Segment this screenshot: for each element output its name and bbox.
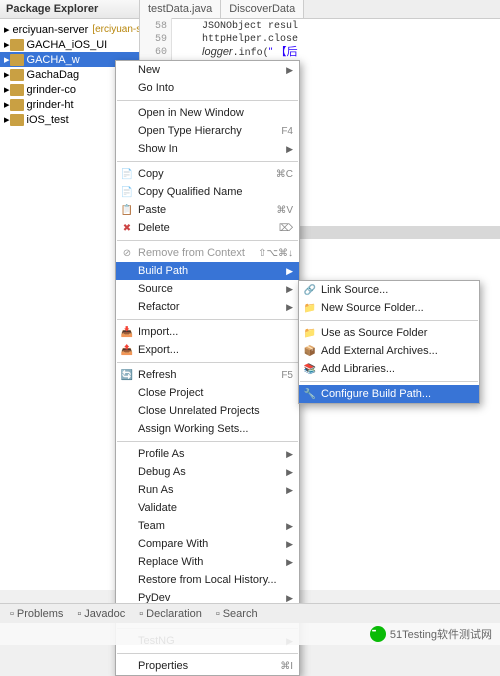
folder-icon: [10, 54, 24, 66]
menu-item[interactable]: Replace With▶: [116, 553, 299, 571]
folder-icon: [10, 99, 24, 111]
menu-icon: ✖: [120, 221, 134, 235]
menu-icon: 🔗: [303, 283, 317, 297]
submenu-arrow-icon: ▶: [286, 302, 293, 313]
folder-icon: [10, 84, 24, 96]
menu-item[interactable]: 📁New Source Folder...: [299, 299, 479, 317]
menu-item[interactable]: 📄Copy⌘C: [116, 165, 299, 183]
menu-item[interactable]: Validate: [116, 499, 299, 517]
submenu-arrow-icon: ▶: [286, 266, 293, 277]
submenu-arrow-icon: ▶: [286, 467, 293, 478]
menu-item[interactable]: Refactor▶: [116, 298, 299, 316]
menu-item[interactable]: 📥Import...: [116, 323, 299, 341]
menu-item[interactable]: Open in New Window: [116, 104, 299, 122]
menu-item[interactable]: Go Into: [116, 79, 299, 97]
menu-item[interactable]: ✖Delete⌦: [116, 219, 299, 237]
menu-item[interactable]: 📚Add Libraries...: [299, 360, 479, 378]
menu-icon: ⊘: [120, 246, 134, 260]
menu-item[interactable]: 📋Paste⌘V: [116, 201, 299, 219]
menu-item[interactable]: Source▶: [116, 280, 299, 298]
tab-icon: ▫: [216, 608, 220, 620]
wechat-icon: [370, 626, 386, 642]
editor-tab[interactable]: DiscoverData: [221, 0, 304, 18]
menu-icon: 📁: [303, 301, 317, 315]
menu-icon: 📄: [120, 185, 134, 199]
bottom-tab[interactable]: ▫Search: [210, 606, 264, 622]
folder-icon: [10, 114, 24, 126]
menu-item[interactable]: New▶: [116, 61, 299, 79]
menu-icon: 📋: [120, 203, 134, 217]
menu-item[interactable]: Show In▶: [116, 140, 299, 158]
submenu-arrow-icon: ▶: [286, 521, 293, 532]
submenu-arrow-icon: ▶: [286, 539, 293, 550]
menu-item[interactable]: 📤Export...: [116, 341, 299, 359]
menu-item[interactable]: Assign Working Sets...: [116, 420, 299, 438]
menu-item[interactable]: Close Unrelated Projects: [116, 402, 299, 420]
footer-text: 51Testing软件测试网: [390, 626, 492, 642]
tab-icon: ▫: [10, 608, 14, 620]
submenu-arrow-icon: ▶: [286, 65, 293, 76]
menu-item[interactable]: ⊘Remove from Context⇧⌥⌘↓: [116, 244, 299, 262]
menu-icon: 🔄: [120, 368, 134, 382]
menu-item[interactable]: Team▶: [116, 517, 299, 535]
menu-item[interactable]: 📄Copy Qualified Name: [116, 183, 299, 201]
menu-item[interactable]: 🔧Configure Build Path...: [299, 385, 479, 403]
menu-item[interactable]: 🔄RefreshF5: [116, 366, 299, 384]
tab-icon: ▫: [139, 608, 143, 620]
menu-item[interactable]: Build Path▶: [116, 262, 299, 280]
bottom-tab[interactable]: ▫Problems: [4, 606, 69, 622]
bottom-tab[interactable]: ▫Javadoc: [71, 606, 131, 622]
menu-item[interactable]: Compare With▶: [116, 535, 299, 553]
menu-item[interactable]: Open Type HierarchyF4: [116, 122, 299, 140]
bottom-tab[interactable]: ▫Declaration: [133, 606, 208, 622]
bottom-view-tabs: ▫Problems▫Javadoc▫Declaration▫Search: [0, 603, 500, 623]
submenu-arrow-icon: ▶: [286, 557, 293, 568]
menu-icon: 🔧: [303, 387, 317, 401]
submenu-arrow-icon: ▶: [286, 485, 293, 496]
menu-item[interactable]: Debug As▶: [116, 463, 299, 481]
menu-item[interactable]: 🔗Link Source...: [299, 281, 479, 299]
menu-item[interactable]: 📁Use as Source Folder: [299, 324, 479, 342]
explorer-title: Package Explorer: [0, 0, 139, 19]
menu-item[interactable]: Run As▶: [116, 481, 299, 499]
submenu-arrow-icon: ▶: [286, 449, 293, 460]
menu-item[interactable]: Properties⌘I: [116, 657, 299, 675]
tree-item[interactable]: ▸ GACHA_iOS_UI: [0, 37, 139, 52]
menu-item[interactable]: 📦Add External Archives...: [299, 342, 479, 360]
menu-icon: 📚: [303, 362, 317, 376]
folder-icon: [10, 69, 24, 81]
build-path-submenu: 🔗Link Source...📁New Source Folder... 📁Use…: [298, 280, 480, 404]
submenu-arrow-icon: ▶: [286, 593, 293, 604]
context-menu: New▶Go Into Open in New WindowOpen Type H…: [115, 60, 300, 676]
tree-item[interactable]: ▸ erciyuan-server[erciyuan-server master…: [0, 22, 139, 37]
footer-bar: 51Testing软件测试网: [0, 623, 500, 645]
menu-icon: 📦: [303, 344, 317, 358]
menu-item[interactable]: Restore from Local History...: [116, 571, 299, 589]
menu-item[interactable]: Profile As▶: [116, 445, 299, 463]
submenu-arrow-icon: ▶: [286, 284, 293, 295]
editor-tab[interactable]: testData.java: [140, 0, 221, 18]
menu-icon: 📤: [120, 343, 134, 357]
editor-tabs: testData.java DiscoverData: [140, 0, 500, 19]
menu-item[interactable]: Close Project: [116, 384, 299, 402]
submenu-arrow-icon: ▶: [286, 144, 293, 155]
menu-icon: 📥: [120, 325, 134, 339]
menu-icon: 📄: [120, 167, 134, 181]
tab-icon: ▫: [77, 608, 81, 620]
folder-icon: [10, 39, 24, 51]
menu-icon: 📁: [303, 326, 317, 340]
